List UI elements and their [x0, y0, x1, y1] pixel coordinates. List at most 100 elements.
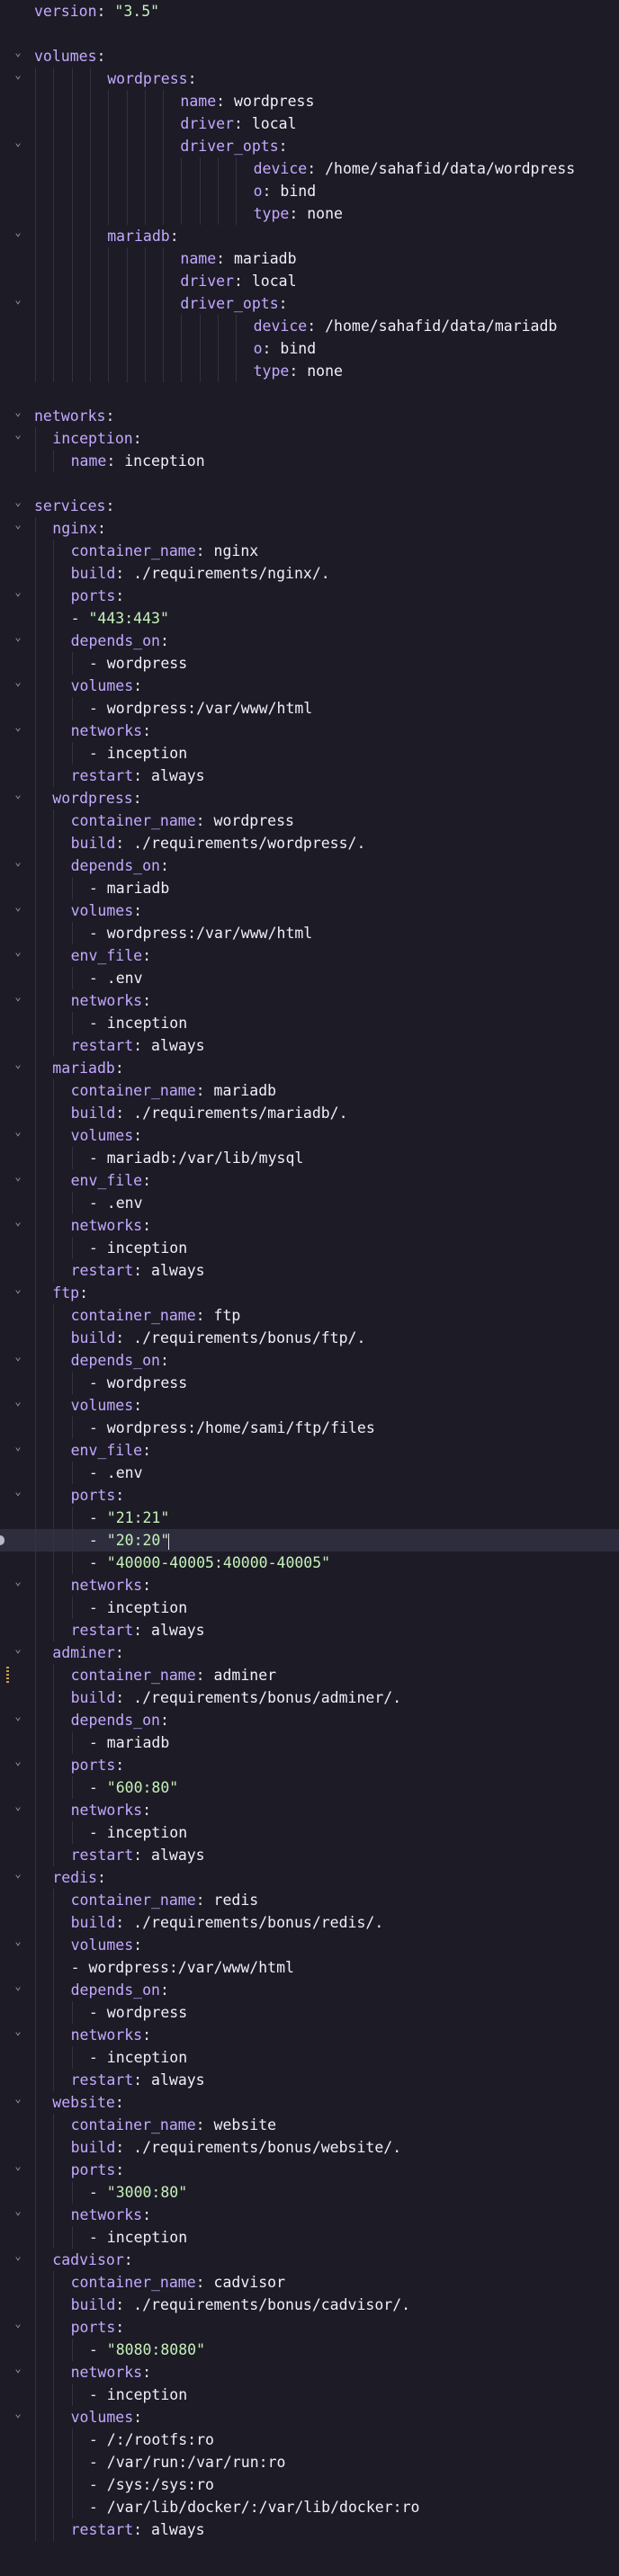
code-line[interactable]: restart: always: [0, 2069, 619, 2091]
fold-chevron-icon[interactable]: [13, 45, 23, 67]
fold-chevron-icon[interactable]: [13, 1124, 23, 1147]
code-line[interactable]: build: ./requirements/bonus/ftp/.: [0, 1327, 619, 1349]
fold-chevron-icon[interactable]: [13, 2316, 23, 2339]
code-line[interactable]: - inception: [0, 2226, 619, 2249]
fold-chevron-icon[interactable]: [13, 427, 23, 450]
code-line[interactable]: volumes:: [0, 2406, 619, 2428]
code-line[interactable]: [0, 22, 619, 45]
code-line[interactable]: name: inception: [0, 450, 619, 472]
fold-chevron-icon[interactable]: [13, 67, 23, 90]
code-line[interactable]: o: bind: [0, 180, 619, 202]
fold-chevron-icon[interactable]: [13, 630, 23, 652]
fold-chevron-icon[interactable]: [13, 854, 23, 877]
code-line[interactable]: depends_on:: [0, 630, 619, 652]
code-line[interactable]: - wordpress: [0, 2001, 619, 2024]
code-line[interactable]: container_name: redis: [0, 1889, 619, 1911]
code-line[interactable]: - mariadb:/var/lib/mysql: [0, 1147, 619, 1169]
fold-chevron-icon[interactable]: [13, 2204, 23, 2226]
fold-chevron-icon[interactable]: [13, 1754, 23, 1776]
code-line[interactable]: - inception: [0, 2384, 619, 2406]
code-line[interactable]: - wordpress:/var/www/html: [0, 922, 619, 944]
code-line[interactable]: env_file:: [0, 944, 619, 967]
code-line[interactable]: env_file:: [0, 1169, 619, 1192]
code-line[interactable]: - "8080:8080": [0, 2339, 619, 2361]
code-line[interactable]: container_name: mariadb: [0, 1079, 619, 1102]
code-line[interactable]: restart: always: [0, 765, 619, 787]
fold-chevron-icon[interactable]: [13, 1349, 23, 1372]
fold-chevron-icon[interactable]: [13, 1934, 23, 1956]
fold-chevron-icon[interactable]: [13, 1282, 23, 1304]
code-line[interactable]: - "20:20": [0, 1529, 619, 1552]
code-line[interactable]: volumes:: [0, 1934, 619, 1956]
code-line[interactable]: - wordpress:/var/www/html: [0, 1956, 619, 1979]
code-line[interactable]: container_name: website: [0, 2114, 619, 2136]
code-line[interactable]: ftp:: [0, 1282, 619, 1304]
code-line[interactable]: type: none: [0, 360, 619, 382]
code-line[interactable]: networks:: [0, 720, 619, 742]
fold-chevron-icon[interactable]: [13, 1057, 23, 1079]
code-line[interactable]: wordpress:: [0, 787, 619, 809]
code-line[interactable]: networks:: [0, 405, 619, 427]
code-line[interactable]: - "443:443": [0, 607, 619, 630]
fold-chevron-icon[interactable]: [13, 1709, 23, 1731]
code-line[interactable]: volumes:: [0, 675, 619, 697]
code-line[interactable]: - /var/run:/var/run:ro: [0, 2451, 619, 2473]
fold-chevron-icon[interactable]: [13, 292, 23, 315]
fold-chevron-icon[interactable]: [13, 405, 23, 427]
code-line[interactable]: o: bind: [0, 337, 619, 360]
fold-chevron-icon[interactable]: [13, 2024, 23, 2046]
code-line[interactable]: - inception: [0, 1597, 619, 1619]
fold-chevron-icon[interactable]: [13, 1439, 23, 1462]
code-line[interactable]: - inception: [0, 742, 619, 765]
fold-chevron-icon[interactable]: [13, 495, 23, 517]
code-line[interactable]: - "600:80": [0, 1776, 619, 1799]
code-editor[interactable]: version: "3.5"volumes:wordpress:name: wo…: [0, 0, 619, 2576]
code-line[interactable]: networks:: [0, 1214, 619, 1237]
code-line[interactable]: build: ./requirements/nginx/.: [0, 562, 619, 585]
fold-chevron-icon[interactable]: [13, 1214, 23, 1237]
fold-chevron-icon[interactable]: [13, 225, 23, 247]
code-line[interactable]: ports:: [0, 1484, 619, 1507]
code-line[interactable]: website:: [0, 2091, 619, 2114]
code-line[interactable]: container_name: adminer: [0, 1664, 619, 1686]
fold-chevron-icon[interactable]: [13, 1866, 23, 1889]
fold-chevron-icon[interactable]: [13, 2406, 23, 2428]
fold-chevron-icon[interactable]: [13, 1169, 23, 1192]
fold-chevron-icon[interactable]: [13, 1979, 23, 2001]
code-line[interactable]: networks:: [0, 2361, 619, 2384]
fold-chevron-icon[interactable]: [13, 1484, 23, 1507]
code-line[interactable]: - inception: [0, 1237, 619, 1259]
code-line[interactable]: cadvisor:: [0, 2249, 619, 2271]
code-line[interactable]: driver_opts:: [0, 135, 619, 157]
code-line[interactable]: device: /home/sahafid/data/mariadb: [0, 315, 619, 337]
code-line[interactable]: wordpress:: [0, 67, 619, 90]
code-line[interactable]: build: ./requirements/bonus/adminer/.: [0, 1686, 619, 1709]
code-line[interactable]: adminer:: [0, 1641, 619, 1664]
code-line[interactable]: - inception: [0, 1821, 619, 1844]
code-line[interactable]: - /sys:/sys:ro: [0, 2473, 619, 2496]
fold-chevron-icon[interactable]: [13, 517, 23, 540]
code-line[interactable]: ports:: [0, 2316, 619, 2339]
code-line[interactable]: container_name: ftp: [0, 1304, 619, 1327]
code-line[interactable]: [0, 382, 619, 405]
code-line[interactable]: networks:: [0, 2024, 619, 2046]
code-line[interactable]: name: wordpress: [0, 90, 619, 112]
code-line[interactable]: volumes:: [0, 1394, 619, 1417]
code-line[interactable]: depends_on:: [0, 1979, 619, 2001]
code-line[interactable]: services:: [0, 495, 619, 517]
code-line[interactable]: - mariadb: [0, 1731, 619, 1754]
code-line[interactable]: restart: always: [0, 1259, 619, 1282]
code-line[interactable]: container_name: wordpress: [0, 809, 619, 832]
code-line[interactable]: device: /home/sahafid/data/wordpress: [0, 157, 619, 180]
code-line[interactable]: depends_on:: [0, 1349, 619, 1372]
fold-chevron-icon[interactable]: [13, 944, 23, 967]
code-line[interactable]: - inception: [0, 1012, 619, 1034]
code-line[interactable]: name: mariadb: [0, 247, 619, 270]
code-line[interactable]: - /:/rootfs:ro: [0, 2428, 619, 2451]
code-line[interactable]: build: ./requirements/bonus/cadvisor/.: [0, 2294, 619, 2316]
code-line[interactable]: restart: always: [0, 2518, 619, 2541]
code-line[interactable]: build: ./requirements/bonus/website/.: [0, 2136, 619, 2159]
fold-chevron-icon[interactable]: [13, 1799, 23, 1821]
code-line[interactable]: restart: always: [0, 1844, 619, 1866]
code-line[interactable]: ports:: [0, 1754, 619, 1776]
